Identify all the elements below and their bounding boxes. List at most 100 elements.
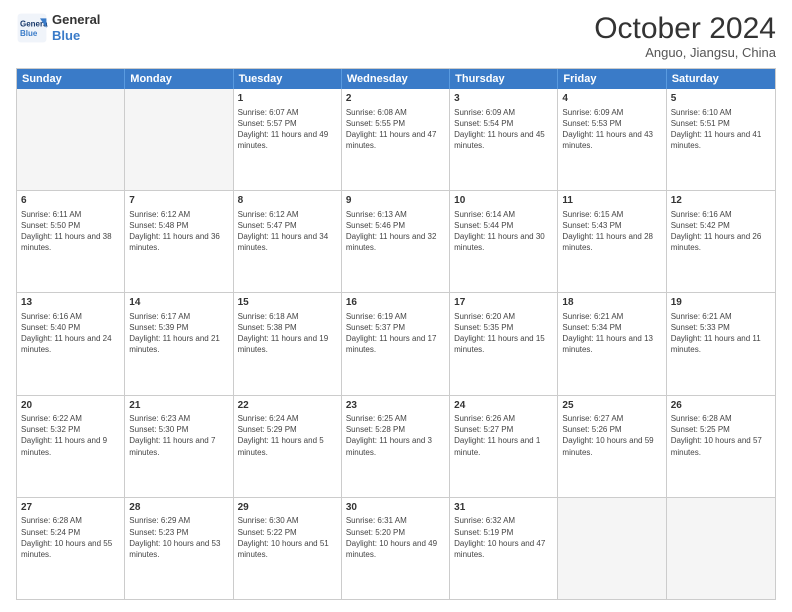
cell-details: Sunrise: 6:08 AMSunset: 5:55 PMDaylight:…	[346, 107, 445, 152]
day-number: 29	[238, 501, 337, 515]
cell-details: Sunrise: 6:19 AMSunset: 5:37 PMDaylight:…	[346, 311, 445, 356]
weekday-header-thursday: Thursday	[450, 69, 558, 89]
calendar-cell: 11Sunrise: 6:15 AMSunset: 5:43 PMDayligh…	[558, 191, 666, 292]
calendar-body: 1Sunrise: 6:07 AMSunset: 5:57 PMDaylight…	[17, 89, 775, 599]
day-number: 28	[129, 501, 228, 515]
day-number: 10	[454, 194, 553, 208]
day-number: 3	[454, 92, 553, 106]
calendar-cell: 14Sunrise: 6:17 AMSunset: 5:39 PMDayligh…	[125, 293, 233, 394]
calendar-cell: 18Sunrise: 6:21 AMSunset: 5:34 PMDayligh…	[558, 293, 666, 394]
calendar-cell	[558, 498, 666, 599]
weekday-header-sunday: Sunday	[17, 69, 125, 89]
cell-details: Sunrise: 6:27 AMSunset: 5:26 PMDaylight:…	[562, 413, 661, 458]
cell-details: Sunrise: 6:22 AMSunset: 5:32 PMDaylight:…	[21, 413, 120, 458]
day-number: 12	[671, 194, 771, 208]
calendar-cell: 25Sunrise: 6:27 AMSunset: 5:26 PMDayligh…	[558, 396, 666, 497]
calendar-cell: 12Sunrise: 6:16 AMSunset: 5:42 PMDayligh…	[667, 191, 775, 292]
logo: General Blue General Blue	[16, 12, 100, 44]
calendar-cell: 26Sunrise: 6:28 AMSunset: 5:25 PMDayligh…	[667, 396, 775, 497]
cell-details: Sunrise: 6:29 AMSunset: 5:23 PMDaylight:…	[129, 515, 228, 560]
day-number: 16	[346, 296, 445, 310]
calendar-cell: 27Sunrise: 6:28 AMSunset: 5:24 PMDayligh…	[17, 498, 125, 599]
day-number: 2	[346, 92, 445, 106]
day-number: 24	[454, 399, 553, 413]
weekday-header-saturday: Saturday	[667, 69, 775, 89]
calendar-cell: 8Sunrise: 6:12 AMSunset: 5:47 PMDaylight…	[234, 191, 342, 292]
day-number: 13	[21, 296, 120, 310]
calendar-cell: 6Sunrise: 6:11 AMSunset: 5:50 PMDaylight…	[17, 191, 125, 292]
calendar-cell: 19Sunrise: 6:21 AMSunset: 5:33 PMDayligh…	[667, 293, 775, 394]
calendar-cell: 24Sunrise: 6:26 AMSunset: 5:27 PMDayligh…	[450, 396, 558, 497]
page-header: General Blue General Blue October 2024 A…	[16, 12, 776, 60]
calendar-header: SundayMondayTuesdayWednesdayThursdayFrid…	[17, 69, 775, 89]
calendar: SundayMondayTuesdayWednesdayThursdayFrid…	[16, 68, 776, 600]
cell-details: Sunrise: 6:23 AMSunset: 5:30 PMDaylight:…	[129, 413, 228, 458]
cell-details: Sunrise: 6:21 AMSunset: 5:34 PMDaylight:…	[562, 311, 661, 356]
calendar-cell	[125, 89, 233, 190]
cell-details: Sunrise: 6:12 AMSunset: 5:47 PMDaylight:…	[238, 209, 337, 254]
day-number: 30	[346, 501, 445, 515]
cell-details: Sunrise: 6:15 AMSunset: 5:43 PMDaylight:…	[562, 209, 661, 254]
cell-details: Sunrise: 6:25 AMSunset: 5:28 PMDaylight:…	[346, 413, 445, 458]
cell-details: Sunrise: 6:09 AMSunset: 5:53 PMDaylight:…	[562, 107, 661, 152]
cell-details: Sunrise: 6:09 AMSunset: 5:54 PMDaylight:…	[454, 107, 553, 152]
cell-details: Sunrise: 6:16 AMSunset: 5:40 PMDaylight:…	[21, 311, 120, 356]
day-number: 7	[129, 194, 228, 208]
cell-details: Sunrise: 6:21 AMSunset: 5:33 PMDaylight:…	[671, 311, 771, 356]
calendar-cell: 31Sunrise: 6:32 AMSunset: 5:19 PMDayligh…	[450, 498, 558, 599]
day-number: 21	[129, 399, 228, 413]
weekday-header-friday: Friday	[558, 69, 666, 89]
logo-text-line2: Blue	[52, 28, 100, 44]
day-number: 14	[129, 296, 228, 310]
cell-details: Sunrise: 6:16 AMSunset: 5:42 PMDaylight:…	[671, 209, 771, 254]
calendar-cell: 13Sunrise: 6:16 AMSunset: 5:40 PMDayligh…	[17, 293, 125, 394]
cell-details: Sunrise: 6:20 AMSunset: 5:35 PMDaylight:…	[454, 311, 553, 356]
day-number: 25	[562, 399, 661, 413]
cell-details: Sunrise: 6:31 AMSunset: 5:20 PMDaylight:…	[346, 515, 445, 560]
cell-details: Sunrise: 6:18 AMSunset: 5:38 PMDaylight:…	[238, 311, 337, 356]
day-number: 11	[562, 194, 661, 208]
calendar-cell: 5Sunrise: 6:10 AMSunset: 5:51 PMDaylight…	[667, 89, 775, 190]
calendar-cell: 7Sunrise: 6:12 AMSunset: 5:48 PMDaylight…	[125, 191, 233, 292]
calendar-cell: 9Sunrise: 6:13 AMSunset: 5:46 PMDaylight…	[342, 191, 450, 292]
cell-details: Sunrise: 6:26 AMSunset: 5:27 PMDaylight:…	[454, 413, 553, 458]
cell-details: Sunrise: 6:12 AMSunset: 5:48 PMDaylight:…	[129, 209, 228, 254]
calendar-cell: 3Sunrise: 6:09 AMSunset: 5:54 PMDaylight…	[450, 89, 558, 190]
day-number: 22	[238, 399, 337, 413]
calendar-row-2: 13Sunrise: 6:16 AMSunset: 5:40 PMDayligh…	[17, 292, 775, 394]
svg-text:Blue: Blue	[20, 29, 38, 38]
cell-details: Sunrise: 6:28 AMSunset: 5:24 PMDaylight:…	[21, 515, 120, 560]
weekday-header-tuesday: Tuesday	[234, 69, 342, 89]
cell-details: Sunrise: 6:28 AMSunset: 5:25 PMDaylight:…	[671, 413, 771, 458]
title-block: October 2024 Anguo, Jiangsu, China	[594, 12, 776, 60]
cell-details: Sunrise: 6:17 AMSunset: 5:39 PMDaylight:…	[129, 311, 228, 356]
cell-details: Sunrise: 6:11 AMSunset: 5:50 PMDaylight:…	[21, 209, 120, 254]
day-number: 15	[238, 296, 337, 310]
weekday-header-monday: Monday	[125, 69, 233, 89]
day-number: 4	[562, 92, 661, 106]
calendar-cell	[667, 498, 775, 599]
cell-details: Sunrise: 6:13 AMSunset: 5:46 PMDaylight:…	[346, 209, 445, 254]
calendar-row-4: 27Sunrise: 6:28 AMSunset: 5:24 PMDayligh…	[17, 497, 775, 599]
calendar-cell: 10Sunrise: 6:14 AMSunset: 5:44 PMDayligh…	[450, 191, 558, 292]
calendar-cell: 20Sunrise: 6:22 AMSunset: 5:32 PMDayligh…	[17, 396, 125, 497]
location: Anguo, Jiangsu, China	[594, 45, 776, 60]
cell-details: Sunrise: 6:14 AMSunset: 5:44 PMDaylight:…	[454, 209, 553, 254]
weekday-header-wednesday: Wednesday	[342, 69, 450, 89]
calendar-row-1: 6Sunrise: 6:11 AMSunset: 5:50 PMDaylight…	[17, 190, 775, 292]
day-number: 26	[671, 399, 771, 413]
calendar-cell: 15Sunrise: 6:18 AMSunset: 5:38 PMDayligh…	[234, 293, 342, 394]
day-number: 23	[346, 399, 445, 413]
calendar-cell	[17, 89, 125, 190]
calendar-page: General Blue General Blue October 2024 A…	[0, 0, 792, 612]
cell-details: Sunrise: 6:10 AMSunset: 5:51 PMDaylight:…	[671, 107, 771, 152]
day-number: 31	[454, 501, 553, 515]
day-number: 6	[21, 194, 120, 208]
calendar-cell: 4Sunrise: 6:09 AMSunset: 5:53 PMDaylight…	[558, 89, 666, 190]
day-number: 27	[21, 501, 120, 515]
calendar-cell: 16Sunrise: 6:19 AMSunset: 5:37 PMDayligh…	[342, 293, 450, 394]
day-number: 17	[454, 296, 553, 310]
calendar-cell: 30Sunrise: 6:31 AMSunset: 5:20 PMDayligh…	[342, 498, 450, 599]
day-number: 20	[21, 399, 120, 413]
calendar-cell: 2Sunrise: 6:08 AMSunset: 5:55 PMDaylight…	[342, 89, 450, 190]
